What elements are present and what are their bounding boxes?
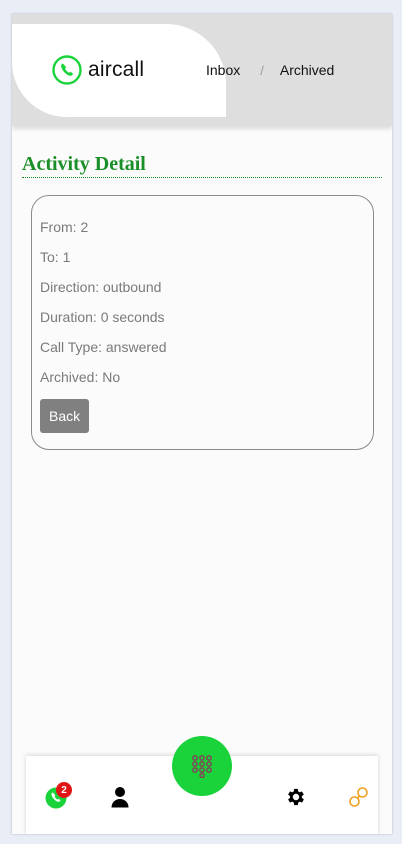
detail-to: To: 1 [40, 249, 71, 265]
brand-name: aircall [88, 58, 145, 81]
integrations-tab[interactable] [348, 786, 370, 813]
app-frame: aircall Inbox / Archived Activity Detail… [12, 14, 392, 834]
detail-call-type: Call Type: answered [40, 339, 167, 355]
gear-icon [288, 788, 304, 806]
header: aircall Inbox / Archived [12, 14, 392, 126]
link-icon [349, 787, 368, 807]
dialpad-icon [192, 755, 212, 778]
calls-tab[interactable]: 2 [45, 782, 72, 811]
activity-detail-card: From: 2 To: 1 Direction: outbound Durati… [31, 195, 374, 450]
calls-badge: 2 [56, 782, 72, 798]
dialpad-button[interactable] [172, 736, 232, 796]
nav-inbox[interactable]: Inbox [206, 62, 240, 78]
logo[interactable]: aircall [52, 55, 144, 85]
detail-archived: Archived: No [40, 369, 121, 385]
nav-separator: / [260, 62, 264, 78]
detail-duration: Duration: 0 seconds [40, 309, 165, 325]
person-icon [111, 787, 129, 808]
back-button[interactable]: Back [40, 399, 90, 433]
nav-links: Inbox / Archived [206, 62, 334, 78]
contacts-tab[interactable] [110, 786, 130, 813]
detail-direction: Direction: outbound [40, 279, 162, 295]
logo-area: aircall [12, 24, 226, 117]
nav-archived[interactable]: Archived [280, 62, 334, 78]
aircall-logo-icon [52, 55, 82, 85]
page-title: Activity Detail [22, 153, 382, 178]
detail-from: From: 2 [40, 219, 89, 235]
settings-tab[interactable] [285, 786, 307, 813]
